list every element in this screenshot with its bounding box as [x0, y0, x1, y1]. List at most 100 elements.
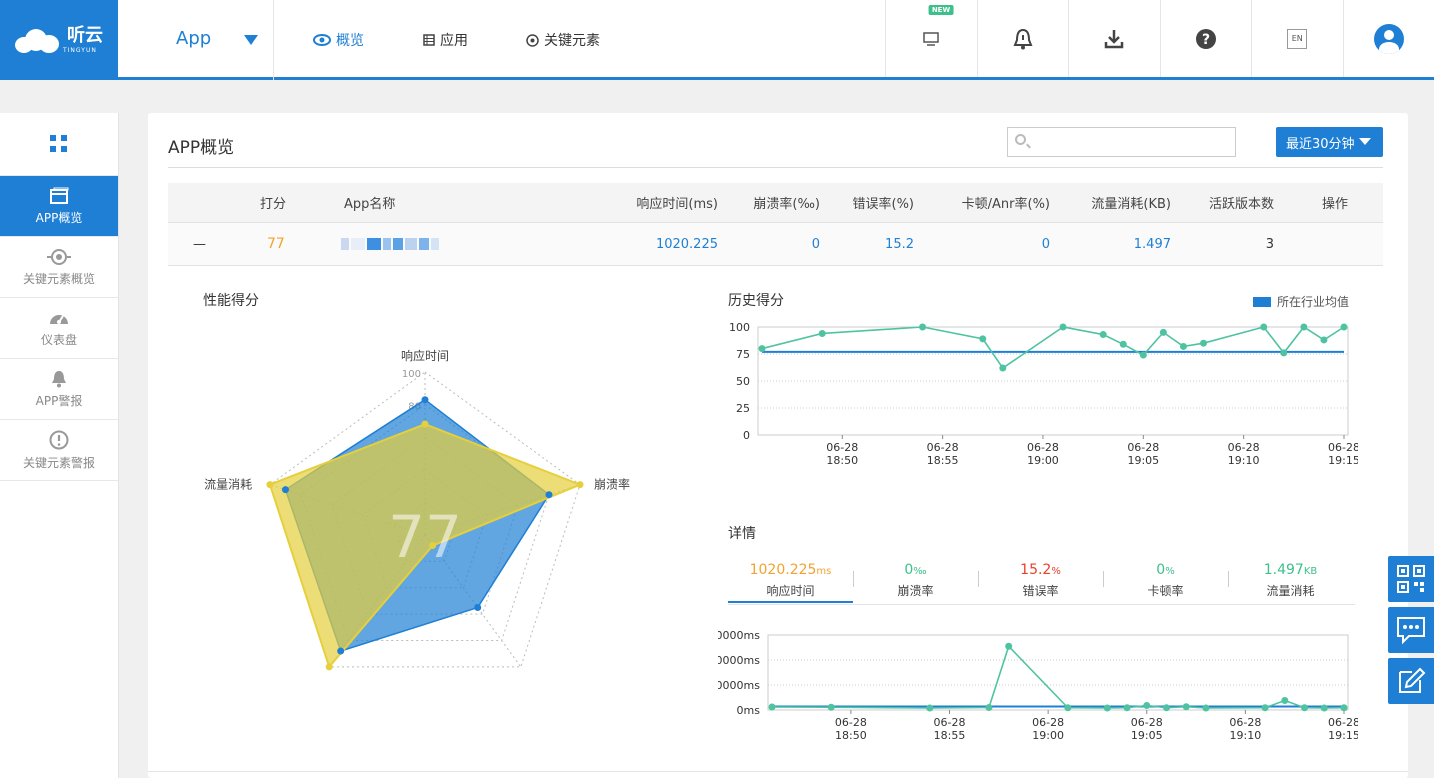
metric-error[interactable]: 15.2% 错误率	[978, 559, 1103, 601]
col-score: 打分	[260, 197, 287, 212]
language-icon: EN	[1287, 28, 1308, 49]
detail-metrics: 1020.225ms 响应时间 0‰ 崩溃率 15.2% 错误率 0% 卡顿率 …	[728, 559, 1355, 605]
caret-down-icon	[244, 35, 258, 45]
x-tick-label: 19:10	[1228, 454, 1260, 467]
series-app-point	[1099, 331, 1107, 339]
bell-icon	[52, 370, 66, 387]
x-tick-label: 19:10	[1230, 729, 1262, 742]
search-input[interactable]	[1007, 127, 1236, 157]
history-title: 历史得分	[728, 293, 784, 309]
series-app-point	[1139, 351, 1147, 359]
y-tick-label: 100	[729, 323, 750, 334]
x-tick-label: 06-28	[1328, 441, 1358, 454]
divider	[168, 167, 1383, 168]
metric-value: 1020.225	[749, 562, 817, 578]
sidebar-item-key-elements-alarm[interactable]: 关键元素警报	[0, 419, 118, 480]
user-button[interactable]	[1342, 0, 1434, 77]
metric-traffic[interactable]: 1.497KB 流量消耗	[1228, 559, 1353, 601]
language-button[interactable]: EN	[1251, 0, 1343, 77]
x-tick-label: 19:05	[1131, 729, 1163, 742]
nav-key-elements-label: 关键元素	[544, 33, 600, 49]
nav-overview[interactable]: 概览	[313, 30, 364, 50]
app-dropdown[interactable]: App	[118, 0, 274, 80]
metric-lag[interactable]: 0% 卡顿率	[1103, 559, 1228, 601]
bell-icon	[1013, 28, 1033, 49]
row-response[interactable]: 1020.225	[608, 223, 718, 265]
chat-button[interactable]	[1388, 607, 1434, 653]
y-tick-label: 30000ms	[718, 629, 760, 642]
nav-key-elements[interactable]: 关键元素	[526, 30, 600, 50]
table-header: 打分 App名称 响应时间(ms) 崩溃率(‰) 错误率(%) 卡顿/Anr率(…	[168, 183, 1383, 223]
metric-crash[interactable]: 0‰ 崩溃率	[853, 559, 978, 601]
sidebar-item-label: 关键元素概览	[22, 271, 95, 286]
x-tick-label: 19:00	[1027, 454, 1059, 467]
sidebar-item-label: 仪表盘	[40, 332, 77, 347]
col-versions: 活跃版本数	[1208, 197, 1274, 212]
history-legend[interactable]: 所在行业均值	[1253, 293, 1349, 310]
col-error: 错误率(%)	[852, 197, 915, 212]
radar-industry-point	[325, 663, 333, 671]
details-title: 详情	[728, 526, 756, 542]
menu-grid-button[interactable]	[0, 113, 118, 175]
time-range-dropdown[interactable]: 最近30分钟	[1276, 127, 1383, 157]
row-app-name-blurred[interactable]	[341, 223, 439, 265]
table-row[interactable]: — 77 1020.225 0 15.2 0 1.497 3	[168, 223, 1383, 266]
x-tick-label: 06-28	[1228, 441, 1260, 454]
x-tick-label: 19:00	[1032, 729, 1064, 742]
x-tick-label: 06-28	[1229, 716, 1261, 729]
caret-down-icon	[1359, 138, 1371, 145]
sidebar-item-dashboard[interactable]: 仪表盘	[0, 297, 118, 358]
row-lag[interactable]: 0	[928, 223, 1050, 265]
series-app-point	[1320, 336, 1328, 344]
monitor-button[interactable]: NEW	[885, 0, 977, 77]
sidebar-item-app-alarm[interactable]: APP警报	[0, 358, 118, 419]
plot-frame	[767, 634, 1349, 711]
sidebar-item-label: APP警报	[35, 393, 83, 408]
radar-center-score: 77	[388, 503, 462, 571]
dashboard-icon	[50, 314, 68, 324]
y-tick-label: 20000ms	[718, 654, 760, 667]
series-app-point	[1280, 349, 1288, 357]
series-app-point	[1143, 702, 1151, 709]
sidebar-item-label: 关键元素警报	[22, 455, 95, 470]
help-button[interactable]: ?	[1159, 0, 1252, 77]
radar-chart: 1008077响应时间崩溃率错误率卡顿率流量消耗	[204, 348, 630, 671]
metric-label: 响应时间	[766, 584, 815, 598]
row-error[interactable]: 15.2	[828, 223, 914, 265]
series-app-point	[1123, 704, 1131, 712]
sidebar-item-app-overview[interactable]: APP概览	[0, 175, 118, 236]
x-tick-label: 19:15	[1328, 454, 1358, 467]
row-crash[interactable]: 0	[722, 223, 820, 265]
x-tick-label: 18:50	[826, 454, 858, 467]
series-app-point	[1281, 697, 1289, 704]
series-app-point	[919, 323, 927, 331]
collapse-toggle[interactable]: —	[193, 223, 206, 265]
sidebar: APP概览 关键元素概览 仪表盘 APP警报 关键元素警报	[0, 113, 119, 778]
metric-response[interactable]: 1020.225ms 响应时间	[728, 559, 853, 603]
col-lag: 卡顿/Anr率(%)	[961, 197, 1050, 212]
metric-value: 0	[1156, 562, 1166, 578]
y-tick-label: 75	[736, 348, 750, 361]
alarm-button[interactable]	[976, 0, 1069, 77]
metric-label: 崩溃率	[897, 584, 934, 598]
series-app-point	[1103, 704, 1111, 712]
x-tick-label: 06-28	[927, 441, 959, 454]
legend-swatch	[1253, 296, 1271, 307]
nav-apps[interactable]: 应用	[423, 30, 468, 50]
download-button[interactable]	[1068, 0, 1160, 77]
feedback-button[interactable]	[1388, 658, 1434, 704]
row-traffic[interactable]: 1.497	[1068, 223, 1171, 265]
qrcode-button[interactable]	[1388, 556, 1434, 602]
x-tick-label: 06-28	[1328, 716, 1358, 729]
svg-text:?: ?	[1202, 32, 1210, 48]
metric-value: 15.2	[1020, 562, 1052, 578]
logo-subtext: TINGYUN	[63, 47, 97, 54]
sidebar-item-key-elements-overview[interactable]: 关键元素概览	[0, 236, 118, 297]
series-app-point	[1340, 704, 1348, 712]
y-tick-label: 10000ms	[718, 679, 760, 692]
top-bar: 听云 TINGYUN App 概览 应用 关键元素 NEW ? EN	[0, 0, 1434, 80]
series-app-point	[818, 329, 826, 337]
logo[interactable]: 听云 TINGYUN	[0, 0, 118, 80]
list-icon	[423, 34, 435, 46]
legend-label: 所在行业均值	[1277, 295, 1350, 309]
